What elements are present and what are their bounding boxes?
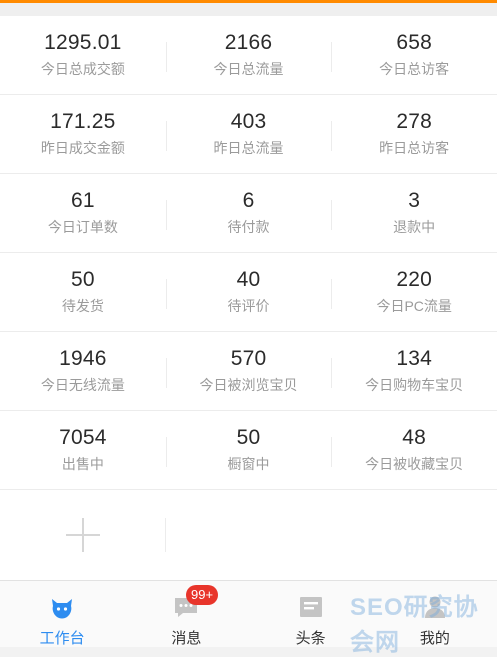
top-spacer xyxy=(0,3,497,16)
stat-value: 220 xyxy=(396,268,432,291)
stats-row: 61 今日订单数 6 待付款 3 退款中 xyxy=(0,174,497,253)
stat-value: 6 xyxy=(242,189,255,212)
stat-value: 134 xyxy=(396,347,432,370)
stats-row: 50 待发货 40 待评价 220 今日PC流量 xyxy=(0,253,497,332)
add-widget-row xyxy=(0,490,497,580)
stats-row: 7054 出售中 50 橱窗中 48 今日被收藏宝贝 xyxy=(0,411,497,490)
stat-refunding[interactable]: 3 退款中 xyxy=(331,174,497,252)
stat-yesterday-traffic[interactable]: 403 昨日总流量 xyxy=(165,95,332,173)
stats-row: 171.25 昨日成交金额 403 昨日总流量 278 昨日总访客 xyxy=(0,95,497,174)
stat-label: 今日无线流量 xyxy=(40,377,125,393)
stat-label: 待发货 xyxy=(61,298,104,314)
stat-label: 今日被浏览宝贝 xyxy=(199,377,298,393)
stat-label: 昨日总流量 xyxy=(213,140,284,156)
stat-value: 658 xyxy=(396,31,432,54)
tab-label: 工作台 xyxy=(39,630,85,647)
tab-label: 我的 xyxy=(419,630,450,647)
stat-today-total-sales[interactable]: 1295.01 今日总成交额 xyxy=(0,16,166,94)
add-widget-button[interactable] xyxy=(0,490,166,580)
stat-value: 40 xyxy=(236,268,261,291)
stat-label: 今日总成交额 xyxy=(40,61,125,77)
message-count-badge: 99+ xyxy=(186,585,219,605)
stat-today-favorited-items[interactable]: 48 今日被收藏宝贝 xyxy=(331,411,497,489)
stat-on-sale[interactable]: 7054 出售中 xyxy=(0,411,166,489)
stats-row: 1295.01 今日总成交额 2166 今日总流量 658 今日总访客 xyxy=(0,16,497,95)
stat-pending-payment[interactable]: 6 待付款 xyxy=(165,174,332,252)
stat-value: 1946 xyxy=(59,347,107,370)
stat-value: 403 xyxy=(230,110,267,133)
stat-label: 退款中 xyxy=(393,219,436,235)
stat-value: 570 xyxy=(230,347,267,370)
stat-value: 1295.01 xyxy=(44,31,122,54)
stat-today-pc-traffic[interactable]: 220 今日PC流量 xyxy=(331,253,497,331)
stat-label: 今日订单数 xyxy=(47,219,118,235)
stat-label: 今日总访客 xyxy=(379,61,450,77)
stat-value: 3 xyxy=(408,189,421,212)
tab-profile[interactable]: 我的 xyxy=(373,581,497,647)
stat-label: 待评价 xyxy=(227,298,270,314)
stat-label: 昨日成交金额 xyxy=(40,140,125,156)
stat-label: 橱窗中 xyxy=(227,456,270,472)
stat-yesterday-sales[interactable]: 171.25 昨日成交金额 xyxy=(0,95,166,173)
stat-label: 今日总流量 xyxy=(213,61,284,77)
stat-value: 278 xyxy=(396,110,432,133)
tab-label: 消息 xyxy=(171,630,202,647)
stat-yesterday-visitors[interactable]: 278 昨日总访客 xyxy=(331,95,497,173)
stat-label: 今日购物车宝贝 xyxy=(365,377,464,393)
profile-icon xyxy=(421,593,449,621)
stat-value: 50 xyxy=(236,426,261,449)
stat-today-total-visitors[interactable]: 658 今日总访客 xyxy=(331,16,497,94)
workbench-icon xyxy=(48,593,76,621)
stat-pending-shipment[interactable]: 50 待发货 xyxy=(0,253,166,331)
tab-workbench[interactable]: 工作台 xyxy=(0,581,124,647)
stat-value: 2166 xyxy=(224,31,273,54)
stat-today-mobile-traffic[interactable]: 1946 今日无线流量 xyxy=(0,332,166,410)
stat-value: 61 xyxy=(70,189,95,212)
stat-value: 48 xyxy=(402,426,427,449)
stat-today-viewed-items[interactable]: 570 今日被浏览宝贝 xyxy=(165,332,332,410)
stat-pending-review[interactable]: 40 待评价 xyxy=(165,253,332,331)
stat-value: 171.25 xyxy=(50,110,116,133)
tab-news[interactable]: 头条 xyxy=(249,581,373,647)
plus-icon xyxy=(66,518,100,552)
stat-today-cart-items[interactable]: 134 今日购物车宝贝 xyxy=(331,332,497,410)
stat-value: 50 xyxy=(70,268,95,291)
stat-label: 昨日总访客 xyxy=(379,140,450,156)
stats-grid: 1295.01 今日总成交额 2166 今日总流量 658 今日总访客 171.25 昨… xyxy=(0,16,497,580)
stat-label: 今日PC流量 xyxy=(376,298,452,314)
news-icon xyxy=(297,593,325,621)
stat-label: 待付款 xyxy=(227,219,270,235)
stat-today-orders[interactable]: 61 今日订单数 xyxy=(0,174,166,252)
bottom-tab-bar: 工作台 消息 头条 我的 xyxy=(0,580,497,647)
stat-in-showcase[interactable]: 50 橱窗中 xyxy=(165,411,332,489)
stat-label: 今日被收藏宝贝 xyxy=(365,456,464,472)
stats-row: 1946 今日无线流量 570 今日被浏览宝贝 134 今日购物车宝贝 xyxy=(0,332,497,411)
stat-label: 出售中 xyxy=(61,456,104,472)
stat-value: 7054 xyxy=(59,426,107,449)
stat-today-total-traffic[interactable]: 2166 今日总流量 xyxy=(165,16,332,94)
tab-label: 头条 xyxy=(295,630,326,647)
